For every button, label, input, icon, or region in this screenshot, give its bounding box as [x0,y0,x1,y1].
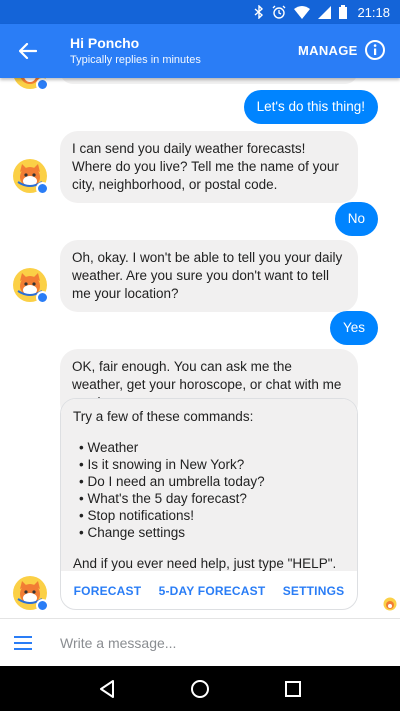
commands-card-body: Try a few of these commands: • Weather •… [61,399,357,571]
command-item: • What's the 5 day forecast? [79,491,247,506]
menu-button[interactable] [12,632,34,654]
incoming-message[interactable]: I can send you daily weather forecasts! … [60,131,358,203]
nav-recents-button[interactable] [281,677,305,701]
commands-outro: And if you ever need help, just type "HE… [73,556,337,571]
manage-button[interactable]: MANAGE [298,43,358,58]
seen-indicator-icon [383,597,397,611]
nav-home-icon [190,679,209,698]
page-title: Hi Poncho [70,35,140,51]
command-item: • Weather [79,440,139,455]
nav-home-button[interactable] [188,677,212,701]
wifi-icon [294,4,311,20]
status-time: 21:18 [357,4,390,20]
settings-button[interactable]: SETTINGS [283,584,345,598]
system-nav-bar [0,666,400,711]
messenger-badge [36,182,49,195]
outgoing-message[interactable]: No [334,202,378,236]
bot-avatar[interactable] [12,158,49,195]
card-actions: FORECAST 5-DAY FORECAST SETTINGS [61,571,357,609]
response-time-subtitle: Typically replies in minutes [70,54,201,66]
back-button[interactable] [14,37,42,65]
message-composer [0,618,400,666]
status-bar: 21:18 [0,0,400,24]
message-list[interactable]: Let's do this thing! I can send you dail… [0,78,400,618]
bot-avatar[interactable] [12,575,49,612]
info-button[interactable] [364,39,386,61]
message-input[interactable] [60,629,380,657]
signal-icon [318,4,332,20]
menu-icon [14,636,32,650]
app-bar: Hi Poncho Typically replies in minutes M… [0,24,400,78]
forecast-button[interactable]: FORECAST [74,584,142,598]
message-bubble-partial [60,78,358,84]
conversation-header[interactable]: Hi Poncho Typically replies in minutes [70,35,201,66]
command-item: • Change settings [79,525,186,540]
commands-intro: Try a few of these commands: [73,409,254,424]
incoming-message[interactable]: Oh, okay. I won't be able to tell you yo… [60,240,358,312]
battery-icon [339,4,348,20]
back-arrow-icon [19,43,37,59]
messenger-badge [36,291,49,304]
messenger-badge [36,78,49,91]
command-item: • Do I need an umbrella today? [79,474,265,489]
bot-avatar[interactable] [12,78,49,91]
nav-back-icon [99,679,114,698]
command-item: • Stop notifications! [79,508,195,523]
bluetooth-icon [254,4,264,20]
command-item: • Is it snowing in New York? [79,457,245,472]
outgoing-message[interactable]: Let's do this thing! [243,90,378,124]
messenger-badge [36,599,49,612]
outgoing-message[interactable]: Yes [329,311,378,345]
info-icon [365,40,385,60]
bot-avatar[interactable] [12,267,49,304]
alarm-icon [272,4,286,20]
nav-recents-icon [285,680,302,697]
nav-back-button[interactable] [95,677,119,701]
five-day-forecast-button[interactable]: 5-DAY FORECAST [159,584,266,598]
commands-card: Try a few of these commands: • Weather •… [60,398,358,610]
